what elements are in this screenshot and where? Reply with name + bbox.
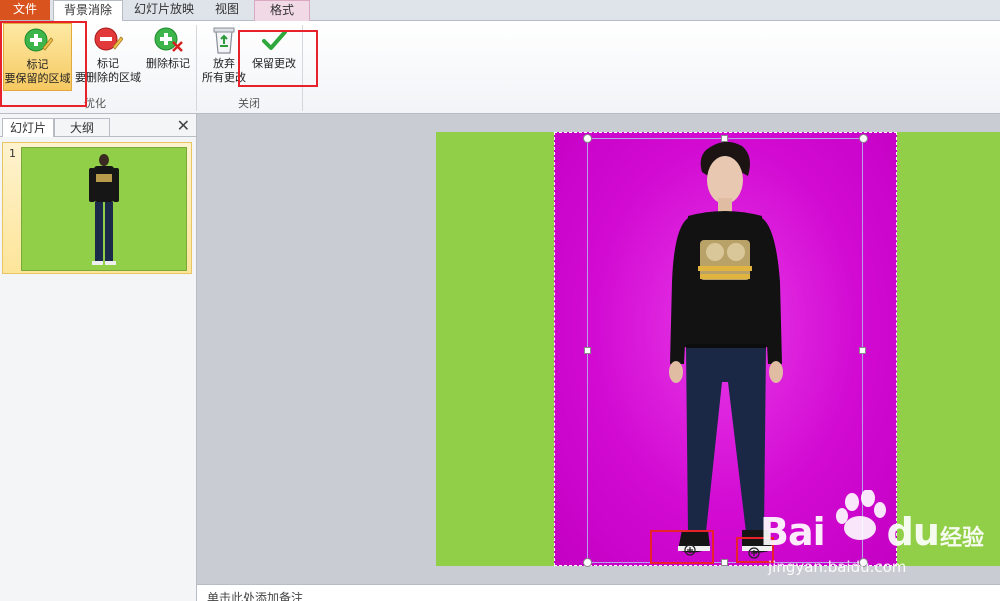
watermark-suffix: 经验 xyxy=(940,526,985,551)
annotation-box-keep-changes xyxy=(238,30,318,87)
tab-file[interactable]: 文件 xyxy=(0,0,50,20)
resize-handle-top[interactable] xyxy=(721,135,728,142)
ribbon-tab-bar: 文件 背景消除 幻灯片放映 视图 格式 xyxy=(0,0,1000,22)
recycle-bin-icon xyxy=(213,27,235,54)
group-label-close: 关闭 xyxy=(238,97,260,110)
tab-background-removal[interactable]: 背景消除 xyxy=(53,0,123,22)
resize-handle-bottom[interactable] xyxy=(721,559,728,566)
delete-mark-button[interactable]: 删除标记 xyxy=(144,23,192,89)
resize-handle-top-right[interactable] xyxy=(859,134,868,143)
delete-mark-icon xyxy=(154,27,183,52)
ribbon: 标记 要保留的区域 标记 要删除的区域 删除标记 优化 放弃 所有更改 保留更改… xyxy=(0,21,1000,114)
watermark-brand: Bai xyxy=(760,510,826,554)
resize-handle-bottom-left[interactable] xyxy=(583,558,592,567)
watermark-url: jingyan.baidu.com xyxy=(768,558,907,576)
resize-handle-right[interactable] xyxy=(859,347,866,354)
slide-thumbnail[interactable] xyxy=(21,147,187,271)
watermark-brand-2: du xyxy=(886,510,940,554)
thumbnail-person-image xyxy=(89,154,119,265)
annotation-box-mark-keep xyxy=(0,21,87,107)
resize-handle-left[interactable] xyxy=(584,347,591,354)
tab-slideshow[interactable]: 幻灯片放映 xyxy=(126,0,202,20)
slides-pane: 幻灯片 大纲 ✕ 1 xyxy=(0,114,197,601)
group-separator xyxy=(196,25,197,111)
slide-number: 1 xyxy=(9,147,16,160)
annotation-box-keep-marker-left xyxy=(650,530,714,564)
tab-view[interactable]: 视图 xyxy=(204,0,250,20)
tab-format[interactable]: 格式 xyxy=(254,0,310,21)
resize-handle-top-left[interactable] xyxy=(583,134,592,143)
remove-mark-icon xyxy=(94,27,123,51)
baidu-watermark: Bai du 经验 jingyan.baidu.com xyxy=(760,489,1000,580)
slide-thumbnail-item[interactable]: 1 xyxy=(2,142,192,274)
tab-outline[interactable]: 大纲 xyxy=(54,118,110,137)
delete-mark-label: 删除标记 xyxy=(146,57,190,70)
close-pane-icon[interactable]: ✕ xyxy=(177,116,190,135)
pane-tabs: 幻灯片 大纲 ✕ xyxy=(0,116,196,137)
tab-slides[interactable]: 幻灯片 xyxy=(2,118,54,137)
notes-pane[interactable]: 单击此处添加备注 xyxy=(197,584,1000,601)
